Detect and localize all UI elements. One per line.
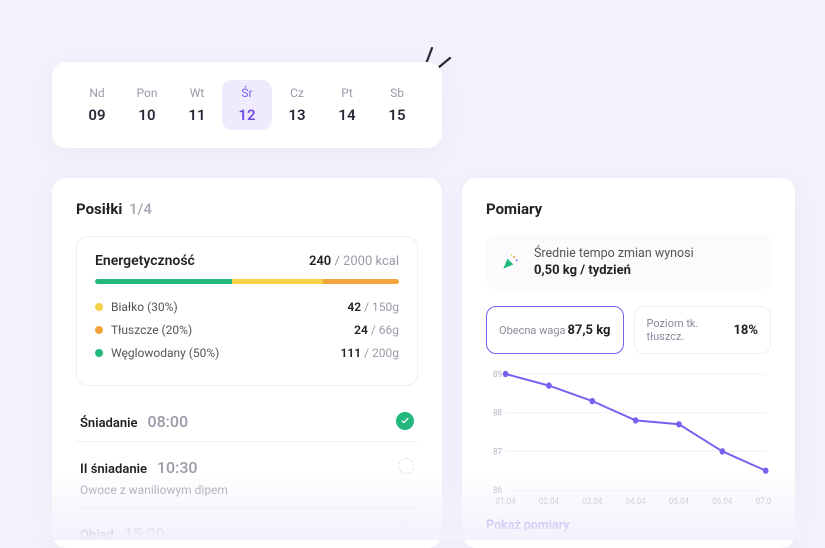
meal-name: Obiad bbox=[80, 528, 114, 543]
calendar-week: Nd 09Pon 10Wt 11Śr 12Cz 13Pt 14Sb 15 bbox=[52, 62, 442, 148]
pending-icon bbox=[398, 524, 414, 540]
svg-text:88: 88 bbox=[493, 408, 502, 419]
meal-time: 10:30 bbox=[157, 458, 198, 477]
energy-total: / 2000 kcal bbox=[334, 254, 399, 269]
macro-total: / 66g bbox=[371, 323, 399, 337]
meals-count: 1/4 bbox=[129, 200, 152, 218]
energy-label: Energetyczność bbox=[95, 253, 195, 269]
tempo-text: Średnie tempo zmian wynosi bbox=[534, 246, 694, 261]
pill-value: 18% bbox=[733, 323, 758, 338]
check-done-icon bbox=[396, 412, 414, 430]
pending-icon bbox=[398, 458, 414, 474]
meal-desc: Owoce z waniliowym dipem bbox=[80, 483, 228, 497]
macro-total: / 200g bbox=[364, 346, 399, 360]
svg-text:87: 87 bbox=[493, 447, 502, 458]
day-number: 13 bbox=[272, 106, 322, 124]
macro-dot-icon bbox=[95, 349, 103, 357]
energy-current: 240 bbox=[309, 254, 331, 269]
meal-item[interactable]: Obiad 15:00 bbox=[76, 507, 418, 548]
day-number: 15 bbox=[372, 106, 422, 124]
meal-name: Śniadanie bbox=[80, 416, 138, 431]
measurements-card: Pomiary Średnie tempo zmian wynosi 0,50 … bbox=[462, 178, 795, 548]
macro-current: 24 bbox=[354, 323, 368, 337]
meal-item[interactable]: Śniadanie 08:00 bbox=[76, 396, 418, 441]
energy-bar bbox=[95, 279, 399, 284]
day-number: 12 bbox=[222, 106, 272, 124]
energy-segment-yellow bbox=[232, 279, 323, 284]
day-sb[interactable]: Sb 15 bbox=[372, 80, 422, 130]
show-measurements-link[interactable]: Pokaż pomiary bbox=[486, 518, 570, 533]
svg-text:89: 89 bbox=[493, 370, 502, 381]
stat-pill[interactable]: Poziom tk. tłuszcz. 18% bbox=[634, 306, 772, 354]
day-of-week: Pon bbox=[122, 86, 172, 100]
meals-card: Posiłki 1/4 Energetyczność 240 / 2000 kc… bbox=[52, 178, 442, 548]
meals-title: Posiłki 1/4 bbox=[76, 200, 418, 218]
day-of-week: Cz bbox=[272, 86, 322, 100]
day-of-week: Nd bbox=[72, 86, 122, 100]
day-number: 10 bbox=[122, 106, 172, 124]
svg-text:04.04: 04.04 bbox=[626, 497, 646, 508]
confetti-icon bbox=[498, 250, 522, 274]
day-cz[interactable]: Cz 13 bbox=[272, 80, 322, 130]
macro-name: Węglowodany (50%) bbox=[111, 346, 219, 360]
macro-row: Białko (30%) 42 / 150g bbox=[95, 300, 399, 314]
macro-current: 42 bbox=[347, 300, 361, 314]
day-number: 09 bbox=[72, 106, 122, 124]
svg-text:07.04: 07.04 bbox=[756, 497, 771, 508]
stat-pills: Obecna waga 87,5 kgPoziom tk. tłuszcz. 1… bbox=[486, 306, 771, 354]
stat-pill[interactable]: Obecna waga 87,5 kg bbox=[486, 306, 624, 354]
weight-chart: 86 87 88 89 01.04 02.04 03.04 04.04 05.04 06.04 07… bbox=[486, 368, 771, 512]
svg-text:05.04: 05.04 bbox=[669, 497, 689, 508]
svg-text:06.04: 06.04 bbox=[712, 497, 732, 508]
energy-segment-orange bbox=[323, 279, 399, 284]
energy-row: Energetyczność 240 / 2000 kcal bbox=[95, 253, 399, 269]
macro-current: 111 bbox=[341, 346, 362, 360]
meal-item[interactable]: II śniadanie 10:30 Owoce z waniliowym di… bbox=[76, 441, 418, 507]
meal-time: 08:00 bbox=[147, 412, 188, 431]
day-nd[interactable]: Nd 09 bbox=[72, 80, 122, 130]
svg-text:03.04: 03.04 bbox=[582, 497, 602, 508]
day-wt[interactable]: Wt 11 bbox=[172, 80, 222, 130]
pill-value: 87,5 kg bbox=[567, 323, 610, 338]
day-of-week: Wt bbox=[172, 86, 222, 100]
tempo-value: 0,50 kg / tydzień bbox=[534, 263, 694, 278]
meals-title-text: Posiłki bbox=[76, 200, 122, 218]
energy-value: 240 / 2000 kcal bbox=[309, 254, 399, 269]
day-of-week: Śr bbox=[222, 86, 272, 100]
macro-name: Białko (30%) bbox=[111, 300, 178, 314]
svg-text:86: 86 bbox=[493, 486, 502, 497]
meal-name: II śniadanie bbox=[80, 462, 147, 477]
day-number: 14 bbox=[322, 106, 372, 124]
macro-dot-icon bbox=[95, 326, 103, 334]
day-pon[interactable]: Pon 10 bbox=[122, 80, 172, 130]
tempo-banner: Średnie tempo zmian wynosi 0,50 kg / tyd… bbox=[486, 234, 771, 290]
pill-label: Obecna waga bbox=[499, 324, 566, 337]
day-pt[interactable]: Pt 14 bbox=[322, 80, 372, 130]
meal-time: 15:00 bbox=[124, 524, 165, 543]
day-śr[interactable]: Śr 12 bbox=[222, 80, 272, 130]
macro-name: Tłuszcze (20%) bbox=[111, 323, 192, 337]
svg-text:01.04: 01.04 bbox=[496, 497, 516, 508]
energy-segment-green bbox=[95, 279, 232, 284]
day-of-week: Pt bbox=[322, 86, 372, 100]
svg-text:02.04: 02.04 bbox=[539, 497, 559, 508]
macro-row: Tłuszcze (20%) 24 / 66g bbox=[95, 323, 399, 337]
macro-total: / 150g bbox=[364, 300, 399, 314]
energy-box: Energetyczność 240 / 2000 kcal Białko (3… bbox=[76, 236, 418, 386]
day-number: 11 bbox=[172, 106, 222, 124]
pill-label: Poziom tk. tłuszcz. bbox=[647, 317, 734, 343]
macro-row: Węglowodany (50%) 111 / 200g bbox=[95, 346, 399, 360]
day-of-week: Sb bbox=[372, 86, 422, 100]
macro-dot-icon bbox=[95, 303, 103, 311]
measurements-title: Pomiary bbox=[486, 200, 771, 218]
